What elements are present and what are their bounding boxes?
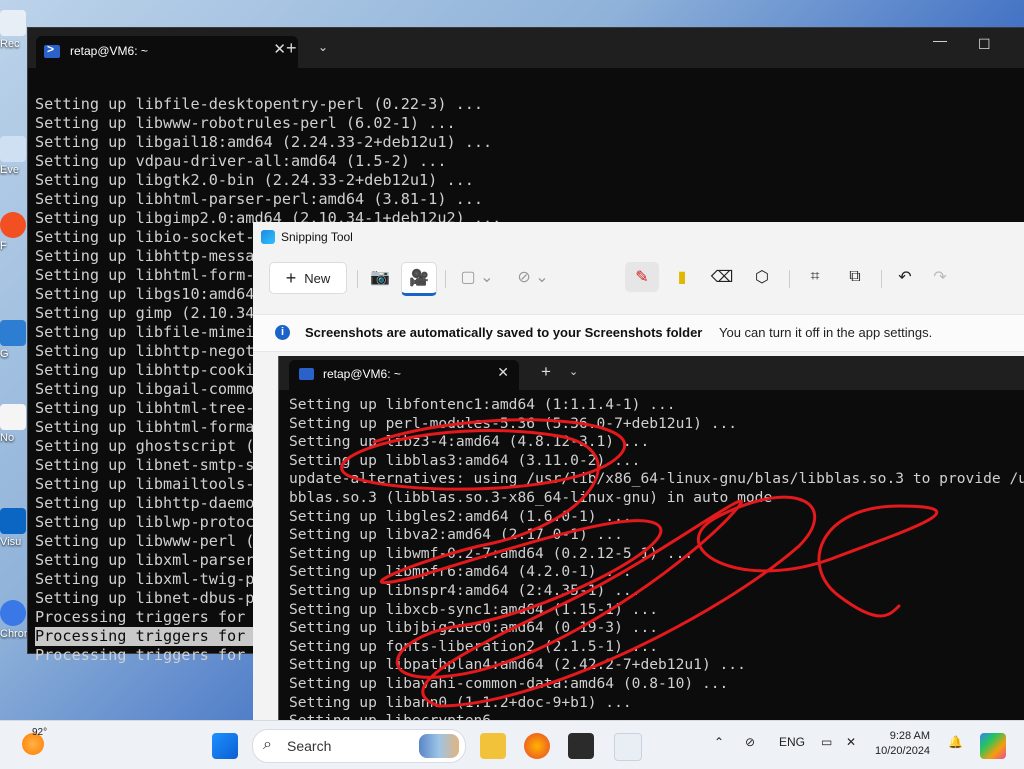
new-tab-button[interactable]: + (286, 38, 297, 59)
clock-date: 10/20/2024 (875, 745, 931, 757)
info-icon: i (275, 325, 290, 340)
firefox-icon[interactable] (524, 733, 550, 759)
desktop-icon-notepad[interactable]: No (0, 404, 30, 444)
highlighter-icon[interactable]: ▮ (665, 262, 699, 292)
network-icon[interactable]: ⊘ (745, 735, 755, 749)
divider (789, 270, 790, 288)
terminal-line: Setting up libwww-robotrules-perl (6.02-… (35, 114, 456, 132)
terminal-line: Setting up libhtml-parser-perl:amd64 (3.… (35, 190, 484, 208)
volume-icon[interactable]: ✕ (846, 735, 856, 749)
taskbar: 92° ⌕ Search ⌃ ⊘ ENG ▭ ✕ 9:28 AM 10/20/2… (0, 720, 1024, 769)
language-indicator[interactable]: ENG (779, 735, 805, 749)
terminal-tab[interactable]: retap@VM6: ~ ✕ (36, 36, 298, 68)
video-mode-icon[interactable]: 🎥 (401, 262, 437, 296)
app-icon (0, 320, 26, 346)
display-icon[interactable]: ▭ (821, 735, 832, 749)
pen-scribble (340, 418, 939, 708)
desktop-icon-label: Eve (0, 164, 19, 176)
chevron-down-icon[interactable]: ⌄ (318, 40, 328, 54)
terminal-line: Setting up libgail18:amd64 (2.24.33-2+de… (35, 133, 493, 151)
shortcut-icon (0, 136, 26, 162)
close-tab-icon[interactable]: ✕ (273, 40, 286, 58)
info-banner-title: Screenshots are automatically saved to y… (305, 325, 703, 340)
copilot-icon[interactable] (980, 733, 1006, 759)
pen-icon[interactable]: ✎ (625, 262, 659, 292)
search-placeholder: Search (287, 738, 332, 754)
divider (357, 270, 358, 288)
notifications-icon[interactable]: 🔔 (948, 735, 963, 749)
chromium-icon (0, 600, 26, 626)
file-explorer-icon[interactable] (480, 733, 506, 759)
snipping-tool-taskbar-icon[interactable] (614, 733, 642, 761)
redo-icon[interactable]: ↷ (923, 262, 957, 292)
app-icon (0, 212, 26, 238)
terminal-line: Setting up libfile-desktopentry-perl (0.… (35, 95, 484, 113)
delay-icon[interactable]: ⊘ ⌄ (513, 262, 553, 292)
desktop-icon-visual-studio[interactable]: Visu (0, 508, 30, 548)
terminal-titlebar: retap@VM6: ~ ✕ + ⌄ — ☐ (28, 28, 1024, 68)
terminal-taskbar-icon[interactable] (568, 733, 594, 759)
snip-shape-icon[interactable]: ▢ ⌄ (457, 262, 497, 292)
snipping-tool-window: Snipping Tool + New 📷 🎥 ▢ ⌄ ⊘ ⌄ ✎ ▮ ⌫ ⬡ ⌗… (253, 222, 1024, 722)
snipping-tool-icon (261, 230, 275, 244)
info-banner-subtitle: You can turn it off in the app settings. (719, 325, 933, 340)
capture-canvas[interactable]: retap@VM6: ~ ✕ + ⌄ Setting up libfontenc… (278, 356, 1024, 722)
weather-temperature: 92° (32, 727, 48, 738)
notepad-icon (0, 404, 26, 430)
eraser-icon[interactable]: ⌫ (705, 262, 739, 292)
divider (445, 270, 446, 288)
desktop-icon-label: Rec (0, 38, 20, 50)
desktop-icon-label: No (0, 432, 15, 444)
maximize-button[interactable]: ☐ (978, 36, 991, 53)
desktop-icon-label: Visu (0, 536, 22, 548)
snipping-tool-title: Snipping Tool (261, 230, 353, 244)
minimize-button[interactable]: — (933, 32, 947, 48)
terminal-line: Setting up libgtk2.0-bin (2.24.33-2+deb1… (35, 171, 474, 189)
snipping-toolbar: + New 📷 🎥 ▢ ⌄ ⊘ ⌄ ✎ ▮ ⌫ ⬡ ⌗ ⧉ ↶ ↷ (253, 256, 1024, 306)
camera-mode-icon[interactable]: 📷 (363, 262, 397, 292)
powershell-icon (44, 42, 60, 58)
crop-icon[interactable]: ⌗ (798, 262, 832, 292)
recycle-bin-icon (0, 10, 26, 36)
terminal-line: Setting up vdpau-driver-all:amd64 (1.5-2… (35, 152, 447, 170)
search-icon: ⌕ (263, 736, 272, 753)
plus-icon: + (285, 267, 297, 288)
desktop-icon-label: G (0, 348, 9, 360)
search-box[interactable]: ⌕ Search (252, 729, 466, 763)
snipping-tool-title-text: Snipping Tool (281, 230, 353, 244)
undo-icon[interactable]: ↶ (888, 262, 922, 292)
search-highlight-image (419, 734, 459, 758)
new-button-label: New (304, 270, 331, 286)
desktop-icon-g[interactable]: G (0, 320, 30, 360)
shapes-icon[interactable]: ⬡ (745, 262, 779, 292)
desktop-icon-recycle-bin[interactable]: Rec (0, 10, 30, 50)
divider (881, 270, 882, 288)
clock[interactable]: 9:28 AM 10/20/2024 (875, 729, 930, 759)
clock-time: 9:28 AM (889, 730, 931, 742)
desktop-icon-event[interactable]: Eve (0, 136, 30, 176)
text-actions-icon[interactable]: ⧉ (838, 262, 872, 292)
start-button[interactable] (212, 733, 238, 759)
terminal-tab-title: retap@VM6: ~ (70, 44, 148, 58)
new-button[interactable]: + New (269, 262, 347, 294)
visual-studio-icon (0, 508, 26, 534)
desktop-icon-label: F (0, 240, 7, 252)
desktop-icon-f[interactable]: F (0, 212, 30, 252)
chevron-up-icon[interactable]: ⌃ (714, 735, 724, 749)
info-banner: i Screenshots are automatically saved to… (253, 314, 1024, 352)
